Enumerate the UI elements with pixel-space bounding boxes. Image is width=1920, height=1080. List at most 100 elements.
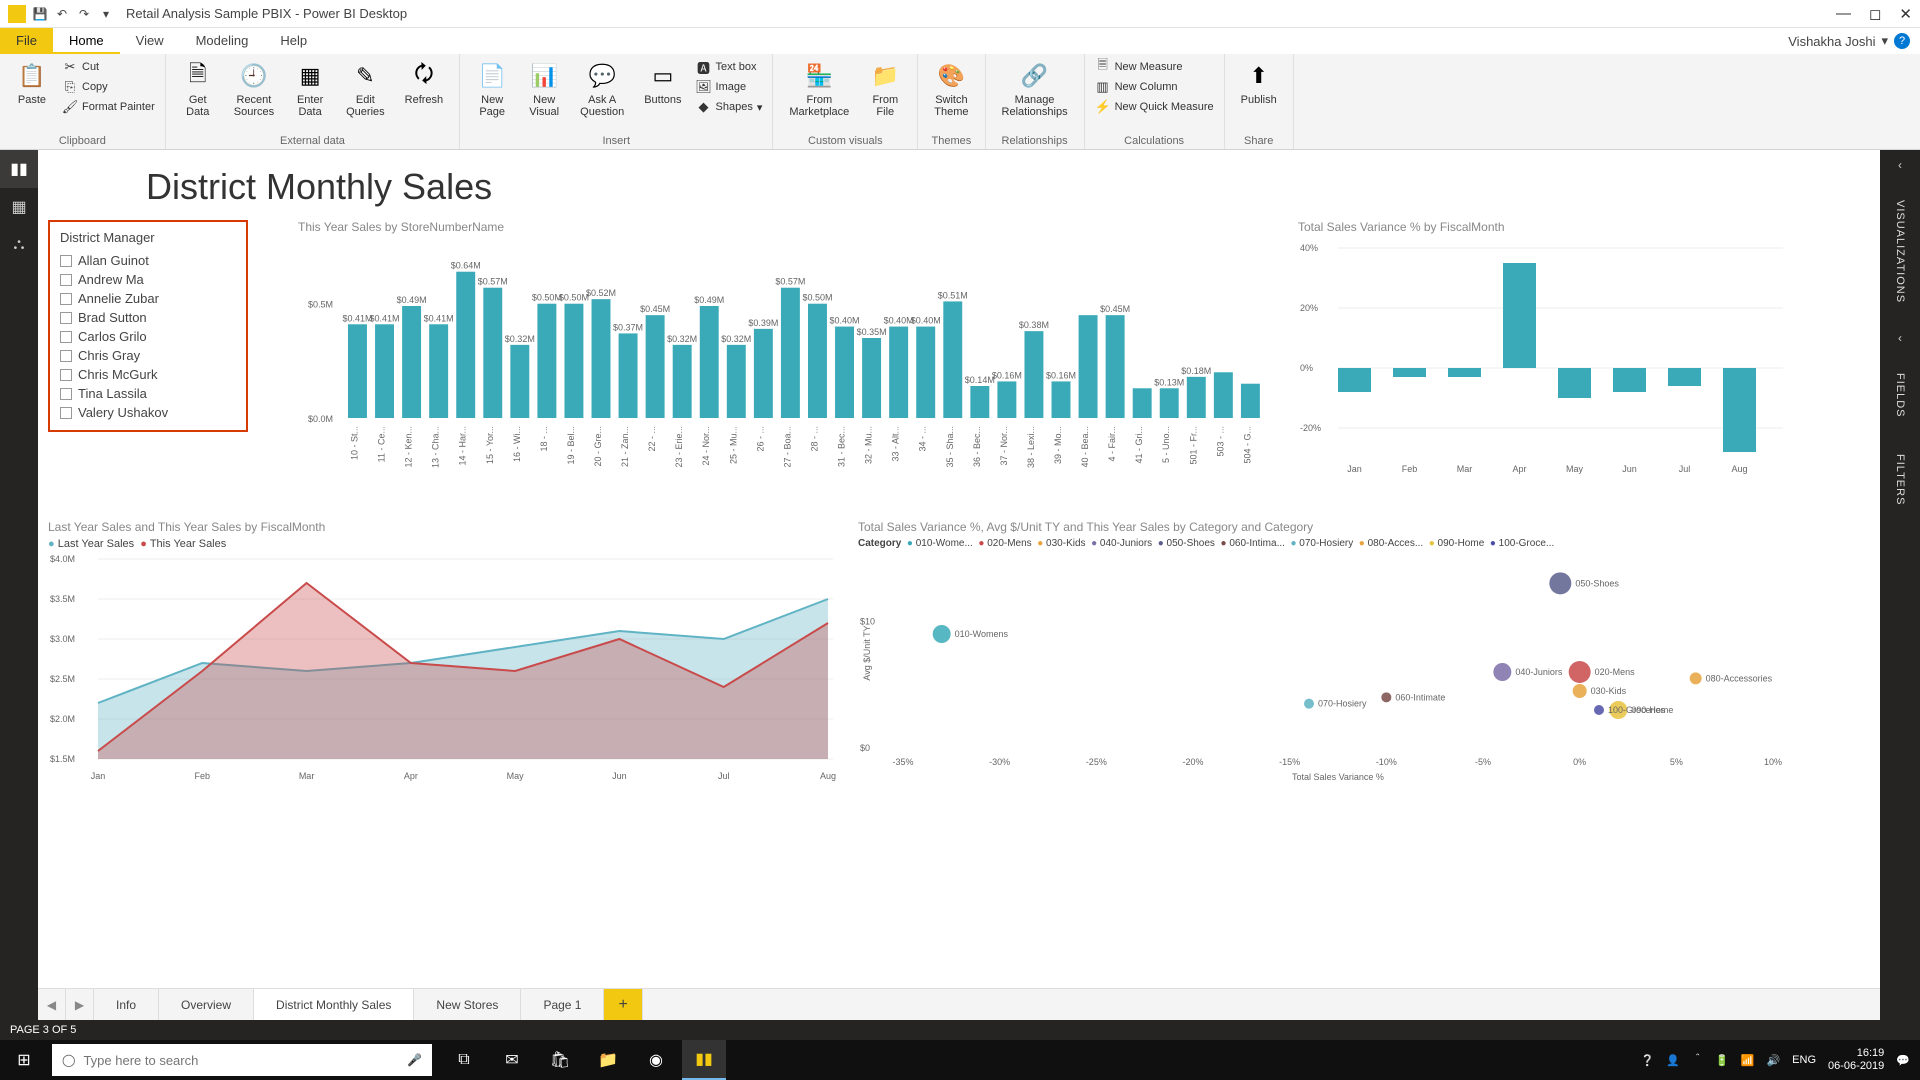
slicer-item[interactable]: Tina Lassila (60, 384, 236, 403)
page-tabs: ◀ ▶ InfoOverviewDistrict Monthly SalesNe… (38, 988, 1880, 1020)
slicer-item[interactable]: Chris McGurk (60, 365, 236, 384)
page-tab[interactable]: Info (94, 989, 159, 1020)
slicer-item[interactable]: Allan Guinot (60, 251, 236, 270)
image-button[interactable]: 🖼Image (696, 78, 763, 96)
paste-button[interactable]: 📋Paste (10, 58, 54, 108)
slicer-item[interactable]: Brad Sutton (60, 308, 236, 327)
buttons-button[interactable]: ▭Buttons (638, 58, 687, 108)
textbox-button[interactable]: 🅰Text box (696, 58, 763, 76)
new-measure-button[interactable]: 🗏New Measure (1095, 58, 1214, 76)
search-input[interactable] (83, 1053, 399, 1068)
slicer-item[interactable]: Andrew Ma (60, 270, 236, 289)
add-page-button[interactable]: + (604, 989, 642, 1020)
powerbi-icon[interactable]: ▮▮ (682, 1040, 726, 1080)
from-file-button[interactable]: 📁From File (863, 58, 907, 120)
slicer-item[interactable]: Annelie Zubar (60, 289, 236, 308)
ly-ty-area-chart[interactable]: Last Year Sales and This Year Sales by F… (48, 520, 838, 800)
district-manager-slicer[interactable]: District Manager Allan GuinotAndrew MaAn… (48, 220, 248, 432)
model-view-icon[interactable]: ⛬ (0, 226, 38, 264)
shapes-button[interactable]: ◆Shapes ▾ (696, 98, 763, 116)
page-prev-icon[interactable]: ◀ (38, 989, 66, 1020)
tab-home[interactable]: Home (53, 28, 120, 54)
svg-text:-25%: -25% (1086, 757, 1107, 767)
refresh-button[interactable]: 🗘Refresh (399, 58, 450, 108)
people-icon[interactable]: 👤 (1666, 1054, 1680, 1067)
publish-button[interactable]: ⬆Publish (1235, 58, 1283, 108)
chrome-icon[interactable]: ◉ (634, 1040, 678, 1080)
manage-relationships-button[interactable]: 🔗Manage Relationships (996, 58, 1074, 120)
svg-text:4 - Fair...: 4 - Fair... (1107, 426, 1117, 462)
publish-icon: ⬆ (1243, 60, 1275, 92)
market-icon: 🏪 (803, 60, 835, 92)
redo-icon[interactable]: ↷ (76, 6, 92, 22)
wifi-icon[interactable]: 📶 (1741, 1054, 1755, 1067)
category-scatter-chart[interactable]: Total Sales Variance %, Avg $/Unit TY an… (858, 520, 1788, 800)
page-tab[interactable]: Overview (159, 989, 254, 1020)
page-tab[interactable]: New Stores (414, 989, 521, 1020)
close-icon[interactable]: ✕ (1899, 5, 1912, 23)
slicer-item[interactable]: Valery Ushakov (60, 403, 236, 422)
tab-modeling[interactable]: Modeling (180, 28, 265, 54)
switch-theme-button[interactable]: 🎨Switch Theme (928, 58, 974, 120)
explorer-icon[interactable]: 📁 (586, 1040, 630, 1080)
tab-help[interactable]: Help (264, 28, 323, 54)
cut-button[interactable]: ✂Cut (62, 58, 155, 76)
page-tab[interactable]: District Monthly Sales (254, 989, 414, 1020)
report-view-icon[interactable]: ▮▮ (0, 150, 38, 188)
help-icon[interactable]: ? (1894, 33, 1910, 49)
visualizations-pane[interactable]: VISUALIZATIONS (1890, 192, 1910, 311)
save-icon[interactable]: 💾 (32, 6, 48, 22)
tray-help-icon[interactable]: ❔ (1641, 1054, 1655, 1067)
checkbox-icon (60, 350, 72, 362)
notifications-icon[interactable]: 💬 (1896, 1054, 1910, 1067)
svg-text:13 - Cha...: 13 - Cha... (431, 426, 441, 468)
svg-text:-15%: -15% (1279, 757, 1300, 767)
ty-sales-bar-chart[interactable]: This Year Sales by StoreNumberName $0.5M… (298, 220, 1278, 500)
undo-icon[interactable]: ↶ (54, 6, 70, 22)
button-icon: ▭ (647, 60, 679, 92)
slicer-item[interactable]: Carlos Grilo (60, 327, 236, 346)
slicer-item[interactable]: Chris Gray (60, 346, 236, 365)
page-tab[interactable]: Page 1 (521, 989, 604, 1020)
chevron-left-icon[interactable]: ‹ (1898, 331, 1902, 345)
lang-indicator[interactable]: ENG (1792, 1054, 1816, 1066)
chevron-left-icon[interactable]: ‹ (1898, 158, 1902, 172)
pbi-logo-icon (8, 5, 26, 23)
shapes-icon: ◆ (696, 99, 712, 115)
tab-view[interactable]: View (120, 28, 180, 54)
mail-icon[interactable]: ✉ (490, 1040, 534, 1080)
mic-icon[interactable]: 🎤 (407, 1053, 422, 1067)
page-next-icon[interactable]: ▶ (66, 989, 94, 1020)
from-marketplace-button[interactable]: 🏪From Marketplace (783, 58, 855, 120)
store-icon[interactable]: 🛍 (538, 1040, 582, 1080)
new-visual-button[interactable]: 📊New Visual (522, 58, 566, 120)
data-view-icon[interactable]: ▦ (0, 188, 38, 226)
task-view-icon[interactable]: ⧉ (442, 1040, 486, 1080)
svg-text:May: May (507, 771, 525, 781)
tray-chevron-icon[interactable]: ＾ (1692, 1052, 1703, 1068)
enter-data-button[interactable]: ▦Enter Data (288, 58, 332, 120)
new-quick-measure-button[interactable]: ⚡New Quick Measure (1095, 98, 1214, 116)
edit-queries-button[interactable]: ✎Edit Queries (340, 58, 391, 120)
ask-question-button[interactable]: 💬Ask A Question (574, 58, 630, 120)
user-account[interactable]: Vishakha Joshi ▾ ? (1778, 28, 1920, 54)
format-painter-button[interactable]: 🖌Format Painter (62, 98, 155, 116)
fields-pane[interactable]: FIELDS (1890, 365, 1910, 426)
new-page-button[interactable]: 📄New Page (470, 58, 514, 120)
filters-pane[interactable]: FILTERS (1890, 446, 1910, 513)
battery-icon[interactable]: 🔋 (1715, 1054, 1729, 1067)
recent-sources-button[interactable]: 🕘Recent Sources (228, 58, 280, 120)
start-button[interactable]: ⊞ (0, 1040, 48, 1080)
clock[interactable]: 16:19 06-06-2019 (1828, 1047, 1884, 1073)
volume-icon[interactable]: 🔊 (1766, 1054, 1780, 1067)
tab-file[interactable]: File (0, 28, 53, 54)
copy-button[interactable]: ⎘Copy (62, 78, 155, 96)
qat-dropdown-icon[interactable]: ▾ (98, 6, 114, 22)
variance-bar-chart[interactable]: Total Sales Variance % by FiscalMonth -2… (1298, 220, 1788, 500)
get-data-button[interactable]: 🗎Get Data (176, 58, 220, 120)
slicer-title: District Manager (60, 230, 236, 245)
minimize-icon[interactable]: — (1836, 5, 1851, 23)
maximize-icon[interactable]: ◻ (1869, 5, 1881, 23)
new-column-button[interactable]: ▥New Column (1095, 78, 1214, 96)
taskbar-search[interactable]: ◯ 🎤 (52, 1044, 432, 1076)
